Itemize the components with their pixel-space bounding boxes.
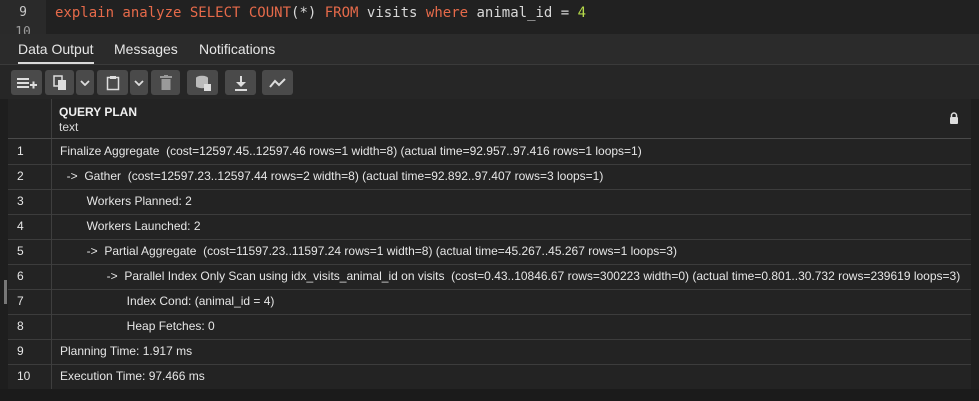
add-row-icon bbox=[16, 77, 37, 88]
results-toolbar bbox=[0, 65, 979, 99]
status-strip bbox=[0, 389, 979, 401]
paste-icon bbox=[106, 75, 119, 90]
table-row[interactable]: 9 Planning Time: 1.917 ms bbox=[8, 339, 971, 365]
row-number[interactable]: 9 bbox=[8, 339, 52, 364]
column-type: text bbox=[59, 120, 79, 134]
row-number[interactable]: 5 bbox=[8, 239, 52, 264]
sql-token: explain analyze SELECT COUNT bbox=[55, 5, 292, 21]
graph-visualiser-icon bbox=[268, 77, 286, 88]
query-plan-cell[interactable]: Index Cond: (animal_id = 4) bbox=[60, 289, 965, 314]
row-number[interactable]: 7 bbox=[8, 289, 52, 314]
row-number[interactable]: 4 bbox=[8, 214, 52, 239]
sql-line[interactable]: explain analyze SELECT COUNT(*) FROM vis… bbox=[55, 5, 586, 21]
query-plan-cell[interactable]: Execution Time: 97.466 ms bbox=[60, 364, 965, 389]
paste-button[interactable] bbox=[97, 70, 128, 95]
line-number: 10 bbox=[15, 25, 31, 34]
row-index-header[interactable] bbox=[8, 99, 52, 138]
query-plan-cell[interactable]: Workers Launched: 2 bbox=[60, 214, 965, 239]
query-plan-cell[interactable]: -> Gather (cost=12597.23..12597.44 rows=… bbox=[60, 164, 965, 189]
query-editor[interactable]: 9 10 explain analyze SELECT COUNT(*) FRO… bbox=[0, 0, 979, 34]
sql-token: FROM bbox=[316, 5, 359, 21]
row-number[interactable]: 10 bbox=[8, 364, 52, 389]
row-number[interactable]: 1 bbox=[8, 139, 52, 164]
query-results-grid: QUERY PLAN text 1 Finalize Aggregate (cos… bbox=[8, 99, 971, 390]
grid-header: QUERY PLAN text bbox=[8, 99, 971, 139]
query-plan-cell[interactable]: -> Partial Aggregate (cost=11597.23..115… bbox=[60, 239, 965, 264]
row-number[interactable]: 3 bbox=[8, 189, 52, 214]
tab-data-output[interactable]: Data Output bbox=[18, 34, 94, 64]
sql-token: 4 bbox=[577, 5, 587, 21]
tab-notifications[interactable]: Notifications bbox=[199, 34, 275, 64]
paste-options-dropdown[interactable] bbox=[130, 70, 148, 95]
results-tab-bar: Data Output Messages Notifications bbox=[0, 34, 979, 65]
table-row[interactable]: 4 Workers Launched: 2 bbox=[8, 214, 971, 240]
save-data-button[interactable] bbox=[187, 70, 218, 95]
tab-messages[interactable]: Messages bbox=[114, 34, 178, 64]
delete-button[interactable] bbox=[151, 70, 180, 95]
table-row[interactable]: 7 Index Cond: (animal_id = 4) bbox=[8, 289, 971, 315]
table-row[interactable]: 5 -> Partial Aggregate (cost=11597.23..1… bbox=[8, 239, 971, 265]
query-plan-cell[interactable]: -> Parallel Index Only Scan using idx_vi… bbox=[60, 264, 965, 289]
chevron-down-icon bbox=[80, 79, 90, 86]
sql-token: where bbox=[417, 5, 469, 21]
row-number[interactable]: 8 bbox=[8, 314, 52, 339]
panel-resize-handle[interactable] bbox=[4, 280, 7, 304]
delete-icon bbox=[159, 75, 172, 90]
copy-button[interactable] bbox=[45, 70, 74, 95]
sql-token: visits bbox=[358, 5, 418, 21]
table-row[interactable]: 10 Execution Time: 97.466 ms bbox=[8, 364, 971, 390]
table-row[interactable]: 6 -> Parallel Index Only Scan using idx_… bbox=[8, 264, 971, 290]
chevron-down-icon bbox=[134, 79, 144, 86]
graph-visualiser-button[interactable] bbox=[262, 70, 293, 95]
download-icon bbox=[234, 75, 247, 91]
table-row[interactable]: 3 Workers Planned: 2 bbox=[8, 189, 971, 215]
table-row[interactable]: 8 Heap Fetches: 0 bbox=[8, 314, 971, 340]
query-plan-cell[interactable]: Finalize Aggregate (cost=12597.45..12597… bbox=[60, 139, 965, 164]
row-number[interactable]: 6 bbox=[8, 264, 52, 289]
query-plan-cell[interactable]: Workers Planned: 2 bbox=[60, 189, 965, 214]
sql-token: (*) bbox=[291, 5, 317, 21]
save-data-icon bbox=[195, 75, 211, 91]
sql-token: animal_id = bbox=[468, 5, 578, 21]
query-plan-cell[interactable]: Planning Time: 1.917 ms bbox=[60, 339, 965, 364]
table-row[interactable]: 1 Finalize Aggregate (cost=12597.45..1259… bbox=[8, 139, 971, 165]
query-plan-cell[interactable]: Heap Fetches: 0 bbox=[60, 314, 965, 339]
row-number[interactable]: 2 bbox=[8, 164, 52, 189]
line-number: 9 bbox=[19, 5, 27, 20]
add-row-button[interactable] bbox=[11, 70, 42, 95]
table-row[interactable]: 2 -> Gather (cost=12597.23..12597.44 row… bbox=[8, 164, 971, 190]
lock-icon bbox=[950, 112, 958, 124]
column-name[interactable]: QUERY PLAN bbox=[59, 105, 137, 119]
copy-options-dropdown[interactable] bbox=[76, 70, 94, 95]
line-number-gutter: 9 10 bbox=[0, 0, 46, 34]
download-button[interactable] bbox=[225, 70, 256, 95]
copy-icon bbox=[52, 74, 66, 90]
